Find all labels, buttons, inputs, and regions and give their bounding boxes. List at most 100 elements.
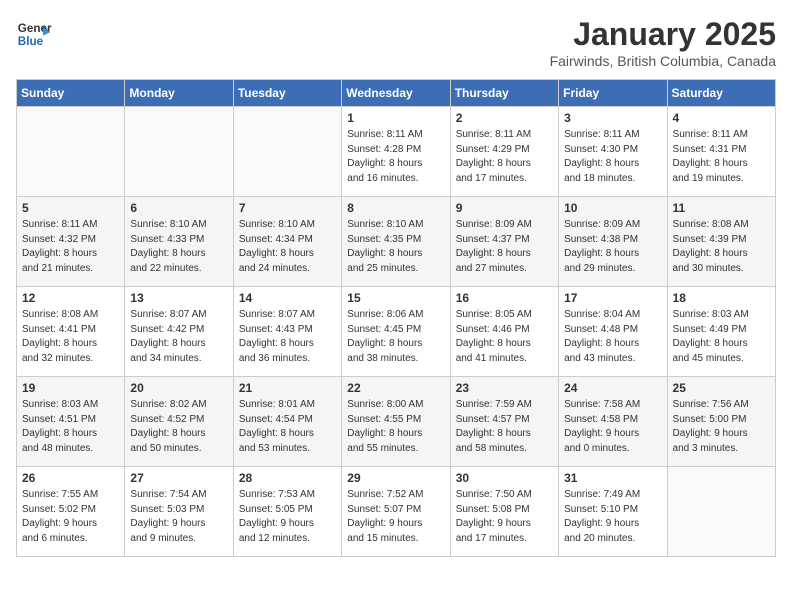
calendar-cell: 8Sunrise: 8:10 AM Sunset: 4:35 PM Daylig… (342, 197, 450, 287)
day-info: Sunrise: 8:08 AM Sunset: 4:39 PM Dayligh… (673, 218, 770, 276)
calendar-cell: 28 Sunrise: 7:53 AM Sunset: 5:05 PM Dayli… (233, 467, 341, 557)
day-number: 2 (456, 111, 553, 125)
day-info: Sunrise: 8:08 AM Sunset: 4:41 PM Dayligh… (22, 308, 119, 366)
calendar-cell (17, 107, 125, 197)
calendar-cell: 6Sunrise: 8:10 AM Sunset: 4:33 PM Daylig… (125, 197, 233, 287)
calendar-cell: 2 Sunrise: 8:11 AM Sunset: 4:29 PM Daylig… (450, 107, 558, 197)
day-number: 12 (22, 291, 119, 305)
day-info: Sunrise: 8:10 AM Sunset: 4:33 PM Dayligh… (130, 218, 227, 276)
svg-text:Blue: Blue (18, 35, 44, 48)
calendar-body: 1 Sunrise: 8:11 AM Sunset: 4:28 PM Daylig… (17, 107, 776, 557)
calendar-cell: 17 Sunrise: 8:04 AM Sunset: 4:48 PM Dayli… (559, 287, 667, 377)
day-number: 1 (347, 111, 444, 125)
day-info: Sunrise: 8:03 AM Sunset: 4:49 PM Dayligh… (673, 308, 770, 366)
calendar-cell: 26 Sunrise: 7:55 AM Sunset: 5:02 PM Dayli… (17, 467, 125, 557)
logo-icon: General Blue (16, 16, 52, 52)
day-number: 11 (673, 201, 770, 215)
week-row-5: 26 Sunrise: 7:55 AM Sunset: 5:02 PM Dayli… (17, 467, 776, 557)
day-number: 20 (130, 381, 227, 395)
day-info: Sunrise: 8:07 AM Sunset: 4:42 PM Dayligh… (130, 308, 227, 366)
calendar-cell: 31Sunrise: 7:49 AM Sunset: 5:10 PM Dayli… (559, 467, 667, 557)
day-number: 17 (564, 291, 661, 305)
col-header-saturday: Saturday (667, 80, 775, 107)
calendar-cell (125, 107, 233, 197)
day-number: 22 (347, 381, 444, 395)
calendar-cell: 7 Sunrise: 8:10 AM Sunset: 4:34 PM Daylig… (233, 197, 341, 287)
day-number: 5 (22, 201, 119, 215)
calendar-cell: 3 Sunrise: 8:11 AM Sunset: 4:30 PM Daylig… (559, 107, 667, 197)
calendar-cell: 30Sunrise: 7:50 AM Sunset: 5:08 PM Dayli… (450, 467, 558, 557)
day-info: Sunrise: 7:49 AM Sunset: 5:10 PM Dayligh… (564, 488, 661, 546)
day-info: Sunrise: 8:03 AM Sunset: 4:51 PM Dayligh… (22, 398, 119, 456)
calendar-cell: 12 Sunrise: 8:08 AM Sunset: 4:41 PM Dayli… (17, 287, 125, 377)
day-number: 9 (456, 201, 553, 215)
day-number: 19 (22, 381, 119, 395)
day-number: 24 (564, 381, 661, 395)
page-header: General Blue January 2025 Fairwinds, Bri… (16, 16, 776, 69)
col-header-friday: Friday (559, 80, 667, 107)
day-number: 26 (22, 471, 119, 485)
calendar-cell: 29 Sunrise: 7:52 AM Sunset: 5:07 PM Dayli… (342, 467, 450, 557)
title-block: January 2025 Fairwinds, British Columbia… (550, 16, 776, 69)
day-info: Sunrise: 8:01 AM Sunset: 4:54 PM Dayligh… (239, 398, 336, 456)
day-info: Sunrise: 8:11 AM Sunset: 4:32 PM Dayligh… (22, 218, 119, 276)
day-number: 16 (456, 291, 553, 305)
day-number: 27 (130, 471, 227, 485)
calendar-cell: 1 Sunrise: 8:11 AM Sunset: 4:28 PM Daylig… (342, 107, 450, 197)
week-row-2: 5 Sunrise: 8:11 AM Sunset: 4:32 PM Daylig… (17, 197, 776, 287)
logo: General Blue (16, 16, 52, 52)
day-number: 14 (239, 291, 336, 305)
calendar-cell: 9Sunrise: 8:09 AM Sunset: 4:37 PM Daylig… (450, 197, 558, 287)
day-info: Sunrise: 8:11 AM Sunset: 4:31 PM Dayligh… (673, 128, 770, 186)
calendar-cell: 22 Sunrise: 8:00 AM Sunset: 4:55 PM Dayli… (342, 377, 450, 467)
day-number: 28 (239, 471, 336, 485)
day-number: 30 (456, 471, 553, 485)
day-number: 29 (347, 471, 444, 485)
location: Fairwinds, British Columbia, Canada (550, 53, 776, 69)
calendar-cell: 21 Sunrise: 8:01 AM Sunset: 4:54 PM Dayli… (233, 377, 341, 467)
day-number: 7 (239, 201, 336, 215)
day-number: 13 (130, 291, 227, 305)
week-row-1: 1 Sunrise: 8:11 AM Sunset: 4:28 PM Daylig… (17, 107, 776, 197)
calendar-table: SundayMondayTuesdayWednesdayThursdayFrid… (16, 79, 776, 557)
day-info: Sunrise: 7:55 AM Sunset: 5:02 PM Dayligh… (22, 488, 119, 546)
day-number: 10 (564, 201, 661, 215)
col-header-tuesday: Tuesday (233, 80, 341, 107)
day-info: Sunrise: 8:11 AM Sunset: 4:28 PM Dayligh… (347, 128, 444, 186)
day-info: Sunrise: 7:59 AM Sunset: 4:57 PM Dayligh… (456, 398, 553, 456)
day-info: Sunrise: 7:56 AM Sunset: 5:00 PM Dayligh… (673, 398, 770, 456)
day-number: 25 (673, 381, 770, 395)
calendar-cell: 25 Sunrise: 7:56 AM Sunset: 5:00 PM Dayli… (667, 377, 775, 467)
calendar-cell: 16Sunrise: 8:05 AM Sunset: 4:46 PM Dayli… (450, 287, 558, 377)
week-row-4: 19 Sunrise: 8:03 AM Sunset: 4:51 PM Dayli… (17, 377, 776, 467)
col-header-monday: Monday (125, 80, 233, 107)
day-info: Sunrise: 7:54 AM Sunset: 5:03 PM Dayligh… (130, 488, 227, 546)
day-number: 21 (239, 381, 336, 395)
calendar-cell: 4 Sunrise: 8:11 AM Sunset: 4:31 PM Daylig… (667, 107, 775, 197)
calendar-cell (667, 467, 775, 557)
day-info: Sunrise: 8:00 AM Sunset: 4:55 PM Dayligh… (347, 398, 444, 456)
calendar-cell: 19 Sunrise: 8:03 AM Sunset: 4:51 PM Dayli… (17, 377, 125, 467)
calendar-cell (233, 107, 341, 197)
day-number: 15 (347, 291, 444, 305)
day-number: 4 (673, 111, 770, 125)
day-info: Sunrise: 8:06 AM Sunset: 4:45 PM Dayligh… (347, 308, 444, 366)
day-number: 3 (564, 111, 661, 125)
day-info: Sunrise: 8:10 AM Sunset: 4:35 PM Dayligh… (347, 218, 444, 276)
day-info: Sunrise: 7:52 AM Sunset: 5:07 PM Dayligh… (347, 488, 444, 546)
calendar-cell: 18Sunrise: 8:03 AM Sunset: 4:49 PM Dayli… (667, 287, 775, 377)
day-info: Sunrise: 7:53 AM Sunset: 5:05 PM Dayligh… (239, 488, 336, 546)
calendar-cell: 10 Sunrise: 8:09 AM Sunset: 4:38 PM Dayli… (559, 197, 667, 287)
day-info: Sunrise: 8:09 AM Sunset: 4:38 PM Dayligh… (564, 218, 661, 276)
calendar-cell: 13 Sunrise: 8:07 AM Sunset: 4:42 PM Dayli… (125, 287, 233, 377)
day-info: Sunrise: 8:11 AM Sunset: 4:30 PM Dayligh… (564, 128, 661, 186)
calendar-cell: 20 Sunrise: 8:02 AM Sunset: 4:52 PM Dayli… (125, 377, 233, 467)
day-info: Sunrise: 8:10 AM Sunset: 4:34 PM Dayligh… (239, 218, 336, 276)
calendar-cell: 15 Sunrise: 8:06 AM Sunset: 4:45 PM Dayli… (342, 287, 450, 377)
calendar-cell: 24Sunrise: 7:58 AM Sunset: 4:58 PM Dayli… (559, 377, 667, 467)
calendar-cell: 23Sunrise: 7:59 AM Sunset: 4:57 PM Dayli… (450, 377, 558, 467)
day-info: Sunrise: 8:11 AM Sunset: 4:29 PM Dayligh… (456, 128, 553, 186)
day-info: Sunrise: 8:04 AM Sunset: 4:48 PM Dayligh… (564, 308, 661, 366)
day-info: Sunrise: 8:02 AM Sunset: 4:52 PM Dayligh… (130, 398, 227, 456)
day-info: Sunrise: 8:07 AM Sunset: 4:43 PM Dayligh… (239, 308, 336, 366)
